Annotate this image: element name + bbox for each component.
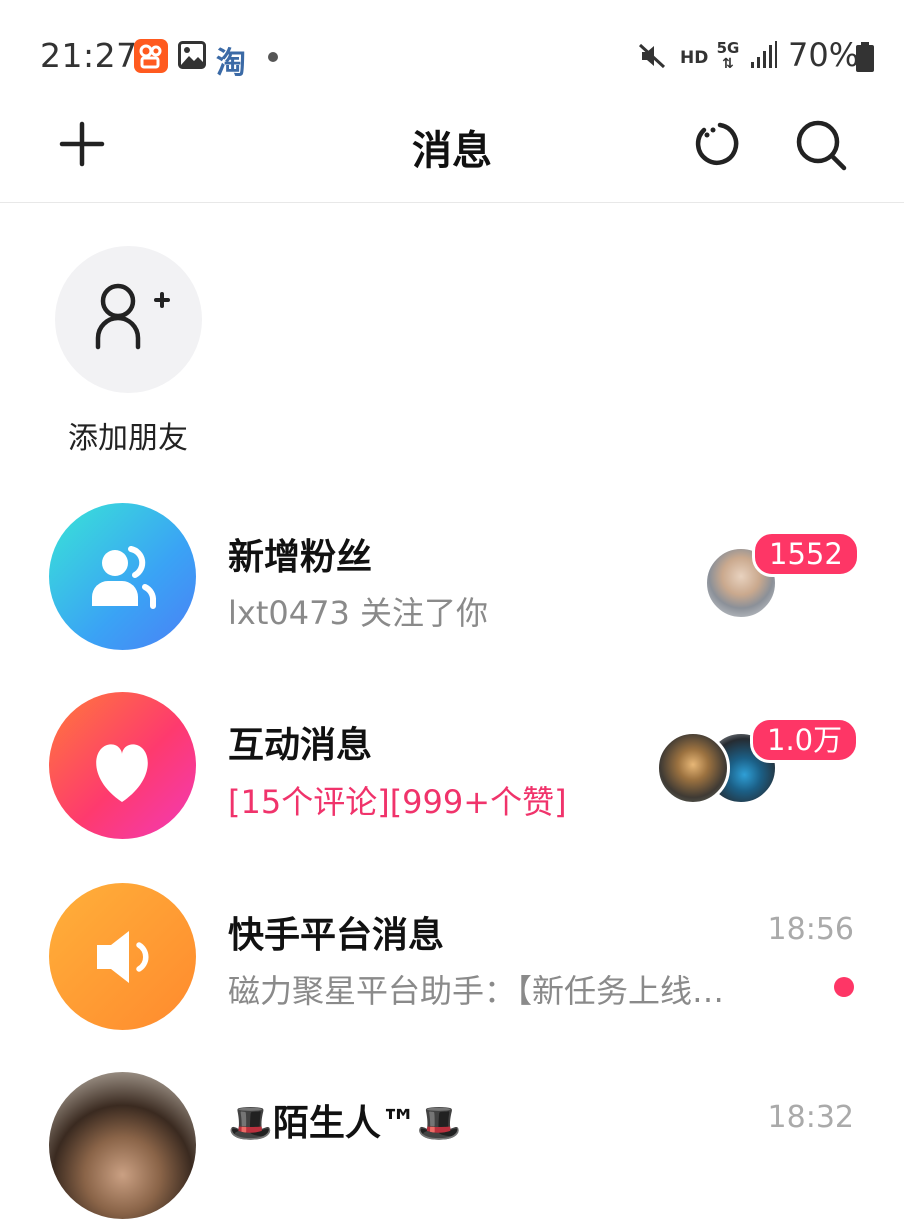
notification-dot bbox=[268, 52, 278, 62]
conversation-subtitle: lxt0473 关注了你 bbox=[228, 594, 488, 632]
conversation-subtitle: 磁力聚星平台助手：【新任务上线… bbox=[228, 972, 725, 1010]
avatar bbox=[49, 1072, 196, 1219]
conversation-time: 18:32 bbox=[767, 1100, 854, 1135]
search-icon bbox=[796, 120, 847, 171]
conversation-time: 18:56 bbox=[767, 912, 854, 947]
add-person-icon bbox=[95, 283, 170, 350]
add-friend-button[interactable] bbox=[55, 246, 202, 393]
header-divider bbox=[0, 202, 904, 203]
search-button[interactable] bbox=[794, 118, 848, 176]
add-friend-label: 添加朋友 bbox=[68, 421, 188, 456]
fans-icon bbox=[49, 503, 196, 650]
gallery-icon bbox=[178, 41, 206, 73]
conversation-subtitle: [15个评论][999+个赞] bbox=[228, 783, 567, 821]
network-5g: 5G ⇅ bbox=[716, 39, 740, 72]
conversation-title: 快手平台消息 bbox=[228, 915, 445, 956]
speaker-icon bbox=[49, 883, 196, 1030]
signal-icon bbox=[750, 40, 778, 74]
battery-icon bbox=[856, 42, 874, 76]
status-time: 21:27 bbox=[40, 36, 138, 75]
unread-badge: 1552 bbox=[752, 531, 860, 577]
refresh-button[interactable] bbox=[690, 118, 742, 174]
refresh-icon bbox=[695, 122, 739, 166]
unread-badge: 1.0万 bbox=[750, 717, 860, 763]
taobao-icon: 淘 bbox=[216, 46, 246, 81]
conversation-title: 新增粉丝 bbox=[228, 537, 373, 578]
kuaishou-icon bbox=[134, 39, 168, 73]
unread-dot bbox=[834, 977, 854, 997]
conversation-title: 🎩陌生人™🎩 bbox=[228, 1103, 462, 1144]
heart-icon bbox=[49, 692, 196, 839]
page-title: 消息 bbox=[412, 128, 492, 174]
hd-indicator: HD bbox=[680, 48, 709, 68]
battery-percent: 70% bbox=[788, 36, 860, 74]
avatar bbox=[656, 731, 730, 805]
conversation-title: 互动消息 bbox=[228, 725, 373, 766]
mute-icon bbox=[638, 42, 666, 74]
